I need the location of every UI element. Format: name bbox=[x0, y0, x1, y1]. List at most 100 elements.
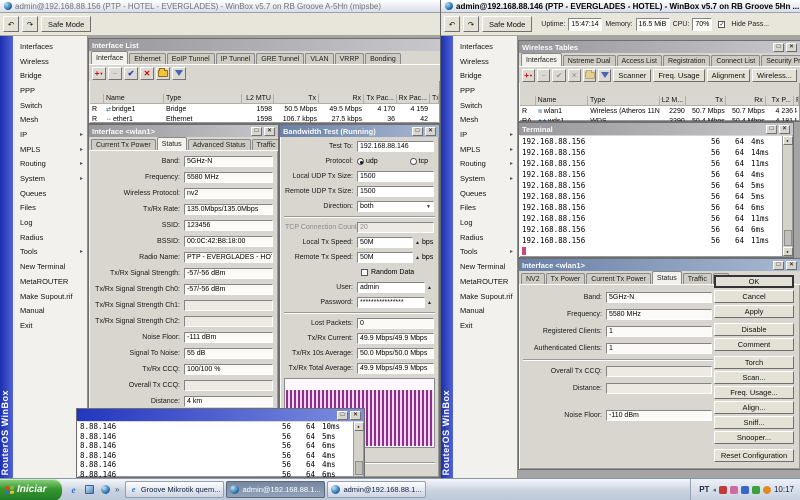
redo-button[interactable]: ↷ bbox=[463, 16, 479, 32]
sidebar-item-files[interactable]: Files bbox=[13, 201, 87, 216]
sidebar-item-system[interactable]: System▸ bbox=[13, 171, 87, 186]
comment-button[interactable]: Comment bbox=[714, 338, 794, 351]
close-icon[interactable]: ✕ bbox=[350, 411, 361, 420]
tab-nv2[interactable]: NV2 bbox=[521, 273, 545, 284]
udp-radio[interactable] bbox=[357, 158, 364, 165]
maximize-icon[interactable]: □ bbox=[251, 127, 262, 136]
tab-gre-tunnel[interactable]: GRE Tunnel bbox=[256, 53, 304, 64]
col-name[interactable]: Name bbox=[104, 94, 164, 104]
col-l2mtu[interactable]: L2 M... bbox=[660, 96, 686, 106]
sidebar-item-new-terminal[interactable]: New Terminal bbox=[13, 259, 87, 274]
direction-select[interactable]: both▼ bbox=[357, 201, 434, 212]
start-button[interactable]: Iniciar bbox=[0, 479, 62, 500]
table-row[interactable]: R ≋wlan1 Wireless (Atheros 11N) 2290 50.… bbox=[520, 106, 799, 116]
col-rx[interactable]: Rx bbox=[319, 94, 364, 104]
wireless-sniffer-button[interactable]: Wireless... bbox=[752, 69, 797, 82]
disable-button[interactable]: Disable bbox=[714, 323, 794, 336]
safe-mode-button[interactable]: Safe Mode bbox=[482, 16, 532, 32]
apply-button[interactable]: Apply bbox=[714, 305, 794, 318]
sidebar-item-metarouter[interactable]: MetaROUTER bbox=[453, 274, 517, 289]
sidebar-item-tools[interactable]: Tools▸ bbox=[13, 245, 87, 260]
tcp-radio[interactable] bbox=[410, 158, 417, 165]
maximize-icon[interactable]: □ bbox=[412, 127, 423, 136]
sidebar-item-tools[interactable]: Tools▸ bbox=[453, 245, 517, 260]
sidebar-item-mesh[interactable]: Mesh bbox=[13, 112, 87, 127]
close-icon[interactable]: ✕ bbox=[425, 127, 436, 136]
remote-udp-size-input[interactable]: 1500 bbox=[357, 186, 434, 197]
internet-explorer-icon[interactable]: e bbox=[67, 483, 80, 496]
scroll-thumb[interactable] bbox=[784, 230, 792, 246]
col-tx[interactable]: Tx bbox=[686, 96, 726, 106]
tab-security-profiles[interactable]: Security Profiles bbox=[761, 55, 800, 66]
disable-button[interactable]: ✕ bbox=[140, 67, 154, 80]
sidebar-item-interfaces[interactable]: Interfaces bbox=[13, 39, 87, 54]
maximize-icon[interactable]: □ bbox=[773, 261, 784, 270]
col-name[interactable]: Name bbox=[536, 96, 588, 106]
sidebar-item-exit[interactable]: Exit bbox=[13, 318, 87, 333]
local-tx-speed-input[interactable]: 50M bbox=[357, 237, 413, 248]
sidebar-item-interfaces[interactable]: Interfaces bbox=[453, 39, 517, 54]
sidebar-item-make-supout[interactable]: Make Supout.rif bbox=[13, 289, 87, 304]
password-input[interactable]: **************** bbox=[357, 297, 425, 308]
quick-launch-overflow-icon[interactable]: » bbox=[115, 485, 119, 494]
right-title-bar[interactable]: admin@192.168.88.146 (PTP - EVERGLADES -… bbox=[441, 0, 800, 13]
alignment-button[interactable]: Alignment bbox=[707, 69, 750, 82]
undo-button[interactable]: ↶ bbox=[3, 16, 19, 32]
collapse-arrow-icon[interactable]: ▲ bbox=[427, 285, 432, 291]
scrollbar[interactable]: ● ● bbox=[782, 136, 792, 256]
torch-button[interactable]: Torch bbox=[714, 356, 794, 369]
tab-vlan[interactable]: VLAN bbox=[305, 53, 333, 64]
scroll-up-icon[interactable]: ● bbox=[354, 422, 364, 431]
col-rx[interactable]: Rx bbox=[726, 96, 766, 106]
tab-current-tx-power[interactable]: Current Tx Power bbox=[91, 139, 156, 150]
col-type[interactable]: Type bbox=[164, 94, 242, 104]
hide-passwords-checkbox[interactable]: ✓ bbox=[718, 21, 725, 28]
tab-interface[interactable]: Interface bbox=[91, 51, 128, 64]
terminal-output[interactable]: 192.168.88.15656644ms 192.168.88.1565664… bbox=[520, 136, 782, 256]
sidebar-item-mesh[interactable]: Mesh bbox=[453, 112, 517, 127]
tab-registration[interactable]: Registration bbox=[663, 55, 710, 66]
freq-usage-button[interactable]: Freq. Usage... bbox=[714, 386, 794, 399]
tab-access-list[interactable]: Access List bbox=[617, 55, 662, 66]
safe-mode-button[interactable]: Safe Mode bbox=[41, 16, 91, 32]
sidebar-item-queues[interactable]: Queues bbox=[13, 186, 87, 201]
table-row[interactable]: R ⇄bridge1 Bridge 1598 50.5 Mbps 49.5 Mb… bbox=[90, 104, 439, 114]
tab-ip-tunnel[interactable]: IP Tunnel bbox=[216, 53, 255, 64]
enable-button[interactable]: ✔ bbox=[124, 67, 138, 80]
local-udp-size-input[interactable]: 1500 bbox=[357, 171, 434, 182]
tab-status[interactable]: Status bbox=[652, 271, 682, 284]
remove-button[interactable]: − bbox=[108, 67, 122, 80]
test-to-input[interactable]: 192.168.88.146 bbox=[357, 141, 434, 152]
sidebar-item-make-supout[interactable]: Make Supout.rif bbox=[453, 289, 517, 304]
scanner-button[interactable]: Scanner bbox=[613, 69, 651, 82]
disable-button[interactable]: ✕ bbox=[568, 69, 581, 82]
maximize-icon[interactable]: □ bbox=[773, 43, 784, 52]
sidebar-item-manual[interactable]: Manual bbox=[453, 303, 517, 318]
tab-connect-list[interactable]: Connect List bbox=[711, 55, 760, 66]
sidebar-item-exit[interactable]: Exit bbox=[453, 318, 517, 333]
sidebar-item-routing[interactable]: Routing▸ bbox=[13, 157, 87, 172]
tab-advanced-status[interactable]: Advanced Status bbox=[188, 139, 251, 150]
terminal-output[interactable]: 8.88.146566410ms 8.88.14656645ms 8.88.14… bbox=[78, 422, 353, 476]
tab-tx-power[interactable]: Tx Power bbox=[546, 273, 586, 284]
col-tx-packets[interactable]: Tx Pac... bbox=[364, 94, 397, 104]
sidebar-item-log[interactable]: Log bbox=[13, 215, 87, 230]
sidebar-item-metarouter[interactable]: MetaROUTER bbox=[13, 274, 87, 289]
tray-icon[interactable] bbox=[730, 486, 738, 494]
maximize-icon[interactable]: □ bbox=[337, 411, 348, 420]
redo-button[interactable]: ↷ bbox=[22, 16, 38, 32]
close-icon[interactable]: ✕ bbox=[786, 43, 797, 52]
tab-vrrp[interactable]: VRRP bbox=[335, 53, 364, 64]
enable-button[interactable]: ✔ bbox=[552, 69, 565, 82]
terminal-title-bar[interactable]: □ ✕ bbox=[77, 409, 364, 421]
sniff-button[interactable]: Sniff... bbox=[714, 416, 794, 429]
tab-ethernet[interactable]: Ethernet bbox=[129, 53, 165, 64]
comment-button[interactable] bbox=[583, 69, 596, 82]
sidebar-item-manual[interactable]: Manual bbox=[13, 303, 87, 318]
remote-tx-speed-input[interactable]: 50M bbox=[357, 252, 413, 263]
sidebar-item-system[interactable]: System▸ bbox=[453, 171, 517, 186]
desktop-shortcut-icon[interactable] bbox=[83, 483, 96, 496]
tab-traffic[interactable]: Traffic bbox=[683, 273, 712, 284]
sidebar-item-radius[interactable]: Radius bbox=[453, 230, 517, 245]
reset-configuration-button[interactable]: Reset Configuration bbox=[714, 449, 794, 462]
